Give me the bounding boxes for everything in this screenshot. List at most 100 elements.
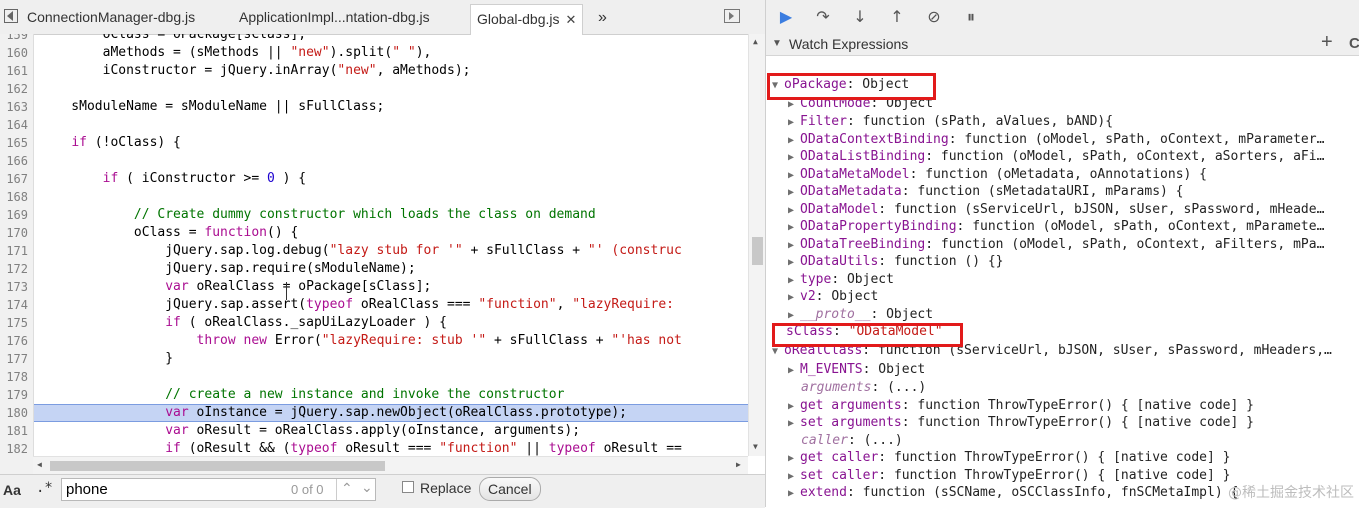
- code-line[interactable]: 173 var oRealClass = oPackage[sClass];: [0, 278, 748, 296]
- match-case-toggle[interactable]: Aa: [3, 482, 21, 498]
- horizontal-scrollbar[interactable]: ◀ ▶: [33, 456, 748, 474]
- watch-row[interactable]: arguments: (...): [801, 379, 926, 397]
- line-number[interactable]: 178: [0, 368, 28, 386]
- watch-row[interactable]: ▶ ODataContextBinding: function (oModel, …: [788, 131, 1324, 149]
- code-line[interactable]: 179 // create a new instance and invoke …: [0, 386, 748, 404]
- line-number[interactable]: 170: [0, 224, 28, 242]
- replace-checkbox[interactable]: [402, 481, 414, 493]
- watch-row[interactable]: ▶ ODataTreeBinding: function (oModel, sPa…: [788, 236, 1324, 254]
- add-expression-icon[interactable]: +: [1321, 31, 1333, 53]
- watch-row[interactable]: caller: (...): [801, 432, 903, 450]
- collapse-triangle-icon[interactable]: ▼: [772, 33, 782, 55]
- close-icon[interactable]: ✕: [566, 12, 577, 27]
- watch-row[interactable]: ▶ set arguments: function ThrowTypeError(…: [788, 414, 1254, 432]
- search-input[interactable]: [62, 479, 266, 499]
- code-line[interactable]: 163 sModuleName = sModuleName || sFullCl…: [0, 98, 748, 116]
- cancel-button[interactable]: Cancel: [479, 477, 541, 501]
- line-number[interactable]: 168: [0, 188, 28, 206]
- watch-row[interactable]: ▶ M_EVENTS: Object: [788, 361, 925, 379]
- watch-row[interactable]: ▶ ODataListBinding: function (oModel, sPa…: [788, 148, 1324, 166]
- find-next-button[interactable]: ⌄: [361, 479, 373, 496]
- pause-on-exceptions-icon[interactable]: ⏸: [961, 7, 981, 27]
- line-number[interactable]: 177: [0, 350, 28, 368]
- toggle-navigator-icon[interactable]: [4, 9, 18, 23]
- watch-row[interactable]: ▶ ODataModel: function (sServiceUrl, bJSO…: [788, 201, 1324, 219]
- watch-row[interactable]: ▶ type: Object: [788, 271, 894, 289]
- find-previous-button[interactable]: ⌃: [341, 480, 353, 497]
- line-number[interactable]: 180: [0, 404, 28, 422]
- watch-row[interactable]: ▶ ODataPropertyBinding: function (oModel,…: [788, 218, 1324, 236]
- collapsed-triangle-icon[interactable]: ▶: [788, 289, 800, 307]
- line-number[interactable]: 181: [0, 422, 28, 440]
- line-number[interactable]: 179: [0, 386, 28, 404]
- code-line[interactable]: 170 oClass = function() {: [0, 224, 748, 242]
- scroll-up-icon[interactable]: ▲: [753, 37, 758, 46]
- code-line[interactable]: 177 }: [0, 350, 748, 368]
- code-line[interactable]: 178: [0, 368, 748, 386]
- regex-toggle[interactable]: .*: [36, 480, 53, 496]
- code-line[interactable]: 164: [0, 116, 748, 134]
- code-line[interactable]: 162: [0, 80, 748, 98]
- search-field[interactable]: 0 of 0 ⌃ ⌄: [61, 478, 376, 501]
- code-line[interactable]: 169 // Create dummy constructor which lo…: [0, 206, 748, 224]
- watch-row[interactable]: ▶ v2: Object: [788, 288, 878, 306]
- watch-row[interactable]: ▶ ODataUtils: function () {}: [788, 253, 1004, 271]
- watch-row[interactable]: ▶ extend: function (sSCName, oSCClassInfo…: [788, 484, 1238, 502]
- line-number[interactable]: 175: [0, 314, 28, 332]
- scrollbar-thumb[interactable]: [752, 237, 763, 265]
- watch-row[interactable]: ▶ ODataMetaModel: function (oMetadata, oA…: [788, 166, 1207, 184]
- code-line[interactable]: 171 jQuery.sap.log.debug("lazy stub for …: [0, 242, 748, 260]
- tab-overflow-icon[interactable]: »: [598, 5, 607, 30]
- code-line[interactable]: 182 if (oResult && (typeof oResult === "…: [0, 440, 748, 456]
- code-line[interactable]: 160 aMethods = (sMethods || "new").split…: [0, 44, 748, 62]
- line-number[interactable]: 161: [0, 62, 28, 80]
- line-number[interactable]: 182: [0, 440, 28, 456]
- code-line[interactable]: 159 oClass = oPackage[sClass],: [0, 34, 748, 44]
- tab-applicationimpl[interactable]: ApplicationImpl...ntation-dbg.js: [239, 5, 430, 30]
- watch-row[interactable]: ▶ get arguments: function ThrowTypeError(…: [788, 397, 1254, 415]
- collapsed-triangle-icon[interactable]: ▶: [788, 219, 800, 237]
- refresh-icon[interactable]: C: [1349, 33, 1359, 55]
- line-number[interactable]: 166: [0, 152, 28, 170]
- code-line[interactable]: 168: [0, 188, 748, 206]
- scrollbar-thumb[interactable]: [50, 461, 385, 471]
- code-line[interactable]: 165 if (!oClass) {: [0, 134, 748, 152]
- collapsed-triangle-icon[interactable]: ▶: [788, 450, 800, 468]
- code-line[interactable]: 181 var oResult = oRealClass.apply(oInst…: [0, 422, 748, 440]
- collapsed-triangle-icon[interactable]: ▶: [788, 254, 800, 272]
- line-number[interactable]: 174: [0, 296, 28, 314]
- line-number[interactable]: 163: [0, 98, 28, 116]
- scroll-left-icon[interactable]: ◀: [37, 460, 42, 469]
- scroll-down-icon[interactable]: ▼: [753, 442, 758, 451]
- step-over-icon[interactable]: ↷: [813, 7, 833, 27]
- code-line[interactable]: 166: [0, 152, 748, 170]
- tab-global-dbg[interactable]: Global-dbg.js ✕: [470, 4, 584, 35]
- watch-row[interactable]: ▶ set caller: function ThrowTypeError() {…: [788, 467, 1230, 485]
- collapsed-triangle-icon[interactable]: ▶: [788, 362, 800, 380]
- step-into-icon[interactable]: ↓: [850, 7, 870, 27]
- watch-expressions-header[interactable]: ▼ Watch Expressions + C: [766, 31, 1359, 56]
- code-line[interactable]: 180 var oInstance = jQuery.sap.newObject…: [0, 404, 748, 422]
- line-number[interactable]: 159: [0, 34, 28, 44]
- toggle-debugger-icon[interactable]: [724, 9, 740, 23]
- collapsed-triangle-icon[interactable]: ▶: [788, 184, 800, 202]
- code-line[interactable]: 172 jQuery.sap.require(sModuleName);: [0, 260, 748, 278]
- line-number[interactable]: 165: [0, 134, 28, 152]
- line-number[interactable]: 173: [0, 278, 28, 296]
- collapsed-triangle-icon[interactable]: ▶: [788, 485, 800, 503]
- line-number[interactable]: 162: [0, 80, 28, 98]
- collapsed-triangle-icon[interactable]: ▶: [788, 415, 800, 433]
- tab-connectionmanager[interactable]: ConnectionManager-dbg.js: [27, 5, 195, 30]
- code-line[interactable]: 161 iConstructor = jQuery.inArray("new",…: [0, 62, 748, 80]
- watch-row[interactable]: ▶ Filter: function (sPath, aValues, bAND)…: [788, 113, 1113, 131]
- line-number[interactable]: 171: [0, 242, 28, 260]
- line-number[interactable]: 169: [0, 206, 28, 224]
- code-line[interactable]: 174 jQuery.sap.assert(typeof oRealClass …: [0, 296, 748, 314]
- step-out-icon[interactable]: ↑: [887, 7, 907, 27]
- collapsed-triangle-icon[interactable]: ▶: [788, 149, 800, 167]
- line-number[interactable]: 167: [0, 170, 28, 188]
- scroll-right-icon[interactable]: ▶: [736, 460, 741, 469]
- line-number[interactable]: 164: [0, 116, 28, 134]
- watch-row[interactable]: ▶ ODataMetadata: function (sMetadataURI, …: [788, 183, 1184, 201]
- watch-row[interactable]: ▶ __proto__: Object: [788, 306, 933, 324]
